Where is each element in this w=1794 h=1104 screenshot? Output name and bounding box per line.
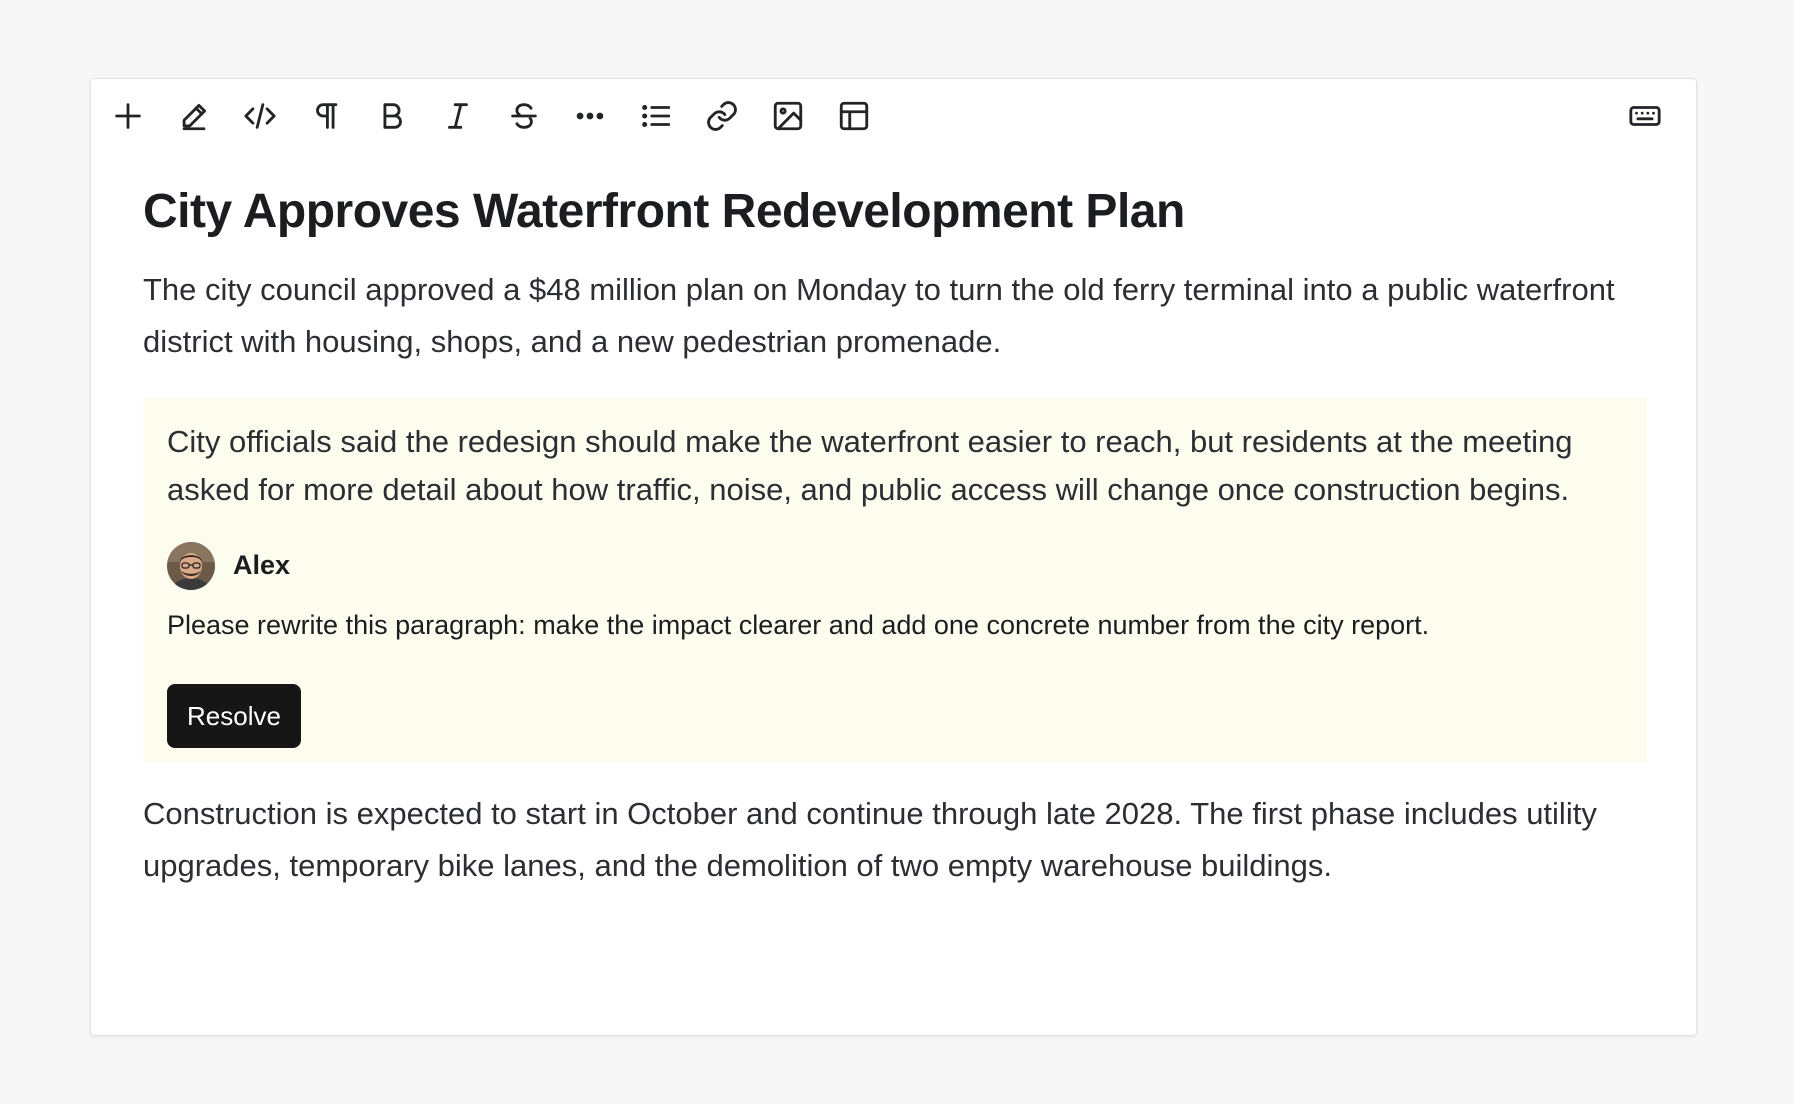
- comment-text: Please rewrite this paragraph: make the …: [167, 609, 1430, 640]
- commented-paragraph[interactable]: City officials said the redesign should …: [167, 418, 1623, 514]
- pencil-icon[interactable]: [171, 93, 217, 139]
- strikethrough-icon[interactable]: [501, 93, 547, 139]
- paragraph-construction[interactable]: Construction is expected to start in Oct…: [143, 788, 1647, 892]
- table-icon[interactable]: [831, 93, 877, 139]
- image-icon[interactable]: [765, 93, 811, 139]
- editor: City Approves Waterfront Redevelopment P…: [90, 78, 1697, 1036]
- keyboard-icon[interactable]: [1622, 93, 1668, 139]
- document-body[interactable]: City Approves Waterfront Redevelopment P…: [143, 183, 1647, 892]
- avatar: [167, 541, 215, 590]
- italic-icon[interactable]: [435, 93, 481, 139]
- toolbar: [91, 79, 1696, 153]
- document-title[interactable]: City Approves Waterfront Redevelopment P…: [143, 183, 1647, 241]
- more-icon[interactable]: [567, 93, 613, 139]
- paragraph-intro[interactable]: The city council approved a $48 million …: [143, 264, 1647, 368]
- bold-icon[interactable]: [369, 93, 415, 139]
- paragraph-icon[interactable]: [303, 93, 349, 139]
- comment-author: Alex: [167, 541, 1623, 590]
- comment-author-name: Alex: [233, 550, 291, 581]
- plus-icon[interactable]: [105, 93, 151, 139]
- commented-block: City officials said the redesign should …: [143, 397, 1647, 762]
- code-icon[interactable]: [237, 93, 283, 139]
- link-icon[interactable]: [699, 93, 745, 139]
- resolve-button[interactable]: Resolve: [167, 683, 301, 748]
- list-icon[interactable]: [633, 93, 679, 139]
